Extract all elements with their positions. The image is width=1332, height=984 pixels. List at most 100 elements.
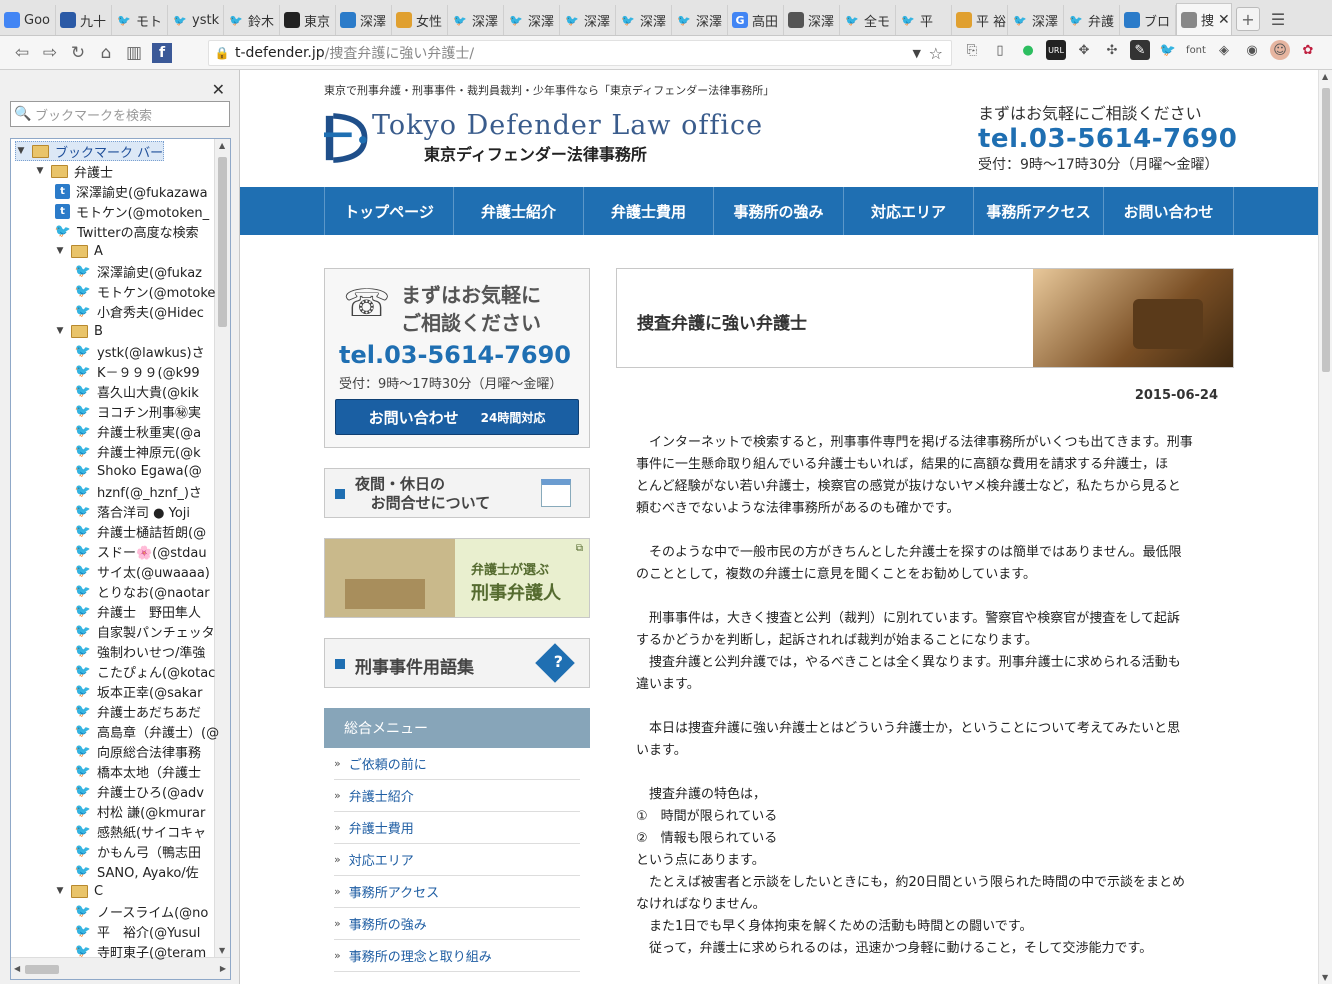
bookmark-item[interactable]: 🐦 感熱紙(サイコキャ <box>75 821 206 841</box>
avatar-icon[interactable]: ☺ <box>1270 40 1290 60</box>
bookmark-item[interactable]: 🐦 深澤諭史(@fukaz <box>75 261 202 281</box>
nav-item-5[interactable]: 事務所アクセス <box>974 187 1104 235</box>
settings-icon[interactable]: ✿ <box>1298 40 1318 60</box>
bookmark-item[interactable]: t 深澤諭史(@fukazawa <box>55 181 208 201</box>
chat-icon[interactable]: ◉ <box>1242 40 1262 60</box>
reload-icon[interactable]: ↻ <box>64 40 92 66</box>
nav-item-3[interactable]: 事務所の強み <box>714 187 844 235</box>
scroll-down-icon[interactable]: ▼ <box>219 946 225 955</box>
evernote-icon[interactable]: ● <box>1018 40 1038 60</box>
bookmark-search-input[interactable]: 🔍 ブックマークを検索 <box>10 101 230 127</box>
bookmark-item[interactable]: 🐦 サイ太(@uwaaaa) <box>75 561 210 581</box>
criminal-lawyer-banner[interactable]: 弁護士が選ぶ 刑事弁護人 ⧉ <box>324 538 590 618</box>
bookmark-item[interactable]: 🐦 Shoko Egawa(@ <box>75 461 202 481</box>
tab-11[interactable]: 🐦 深澤 <box>616 5 672 35</box>
bookmark-item[interactable]: 🐦 村松 謙(@kmurar <box>75 801 205 821</box>
bookmark-item[interactable]: 🐦 とりなお(@naotar <box>75 581 210 601</box>
bookmark-item[interactable]: 🐦 弁護士ひろ(@adv <box>75 781 204 801</box>
bookmark-item[interactable]: 🐦 自家製パンチェッタ <box>75 621 215 641</box>
bookmark-folder[interactable]: ▼ ブックマーク バー <box>15 141 165 161</box>
bookmark-item[interactable]: 🐦 向原総合法律事務 <box>75 741 201 761</box>
bookmark-item[interactable]: 🐦 小倉秀夫(@Hidec <box>75 301 204 321</box>
tab-14[interactable]: 深澤 <box>784 5 840 35</box>
nav-item-6[interactable]: お問い合わせ <box>1104 187 1234 235</box>
bookmark-folder[interactable]: ▼ C <box>55 881 104 901</box>
menu-item[interactable]: » 事務所の強み <box>334 908 580 940</box>
chevron-down-icon[interactable]: ▼ <box>55 246 65 256</box>
tab-1[interactable]: 九十 <box>56 5 112 35</box>
bookmark-item[interactable]: 🐦 かもん弓（鴨志田 <box>75 841 201 861</box>
url-icon[interactable]: URL <box>1046 40 1066 60</box>
tree-vertical-scrollbar[interactable]: ▲ ▼ <box>214 139 230 957</box>
menu-item[interactable]: » 対応エリア <box>334 844 580 876</box>
bookmark-item[interactable]: 🐦 ystk(@lawkus)さ <box>75 341 205 361</box>
tab-2[interactable]: 🐦 モト <box>112 5 168 35</box>
tab-9[interactable]: 🐦 深澤 <box>504 5 560 35</box>
chevron-down-icon[interactable]: ▼ <box>55 886 65 896</box>
bookmark-icon[interactable]: ▯ <box>990 40 1010 60</box>
bookmark-item[interactable]: 🐦 坂本正幸(@sakar <box>75 681 203 701</box>
contact-button[interactable]: お問い合わせ 24時間対応 <box>335 399 579 435</box>
header-tel[interactable]: tel.03-5614-7690 <box>978 124 1237 154</box>
pocket-icon[interactable]: ◈ <box>1214 40 1234 60</box>
tab-7[interactable]: 女性 <box>392 5 448 35</box>
star-icon[interactable]: ☆ <box>929 44 943 63</box>
tab-10[interactable]: 🐦 深澤 <box>560 5 616 35</box>
facebook-icon[interactable]: f <box>148 40 176 66</box>
bookmark-item[interactable]: 🐦 平 裕介(@Yusul <box>75 921 200 941</box>
bookmark-item[interactable]: 🐦 喜久山大貴(@kik <box>75 381 199 401</box>
contact-tel[interactable]: tel.03-5614-7690 <box>339 341 571 369</box>
bookmark-item[interactable]: t モトケン(@motoken_ <box>55 201 209 221</box>
chevron-down-icon[interactable]: ▼ <box>55 326 65 336</box>
tab-13[interactable]: G 高田 <box>728 5 784 35</box>
bookmarks-sidebar-icon[interactable]: ▥ <box>120 40 148 66</box>
tab-15[interactable]: 🐦 全モ <box>840 5 896 35</box>
tab-0[interactable]: Goo <box>0 5 56 35</box>
twitter-icon[interactable]: 🐦 <box>1158 40 1178 60</box>
bookmark-item[interactable]: 🐦 高島章（弁護士）(@ <box>75 721 219 741</box>
bookmark-folder[interactable]: ▼ B <box>55 321 103 341</box>
nav-item-4[interactable]: 対応エリア <box>844 187 974 235</box>
menu-item[interactable]: » 事務所の理念と取り組み <box>334 940 580 972</box>
scroll-down-icon[interactable]: ▼ <box>1322 973 1328 982</box>
nav-item-0[interactable]: トップページ <box>324 187 454 235</box>
bookmark-folder[interactable]: ▼ A <box>55 241 103 261</box>
menu-item[interactable]: » ご依頼の前に <box>334 748 580 780</box>
bookmark-item[interactable]: 🐦 ヨコチン刑事㊙実 <box>75 401 201 421</box>
chevron-down-icon[interactable]: ▼ <box>16 146 26 156</box>
bookmark-item[interactable]: 🐦 Twitterの高度な検索 <box>55 221 199 241</box>
scroll-right-icon[interactable]: ▶ <box>220 964 226 973</box>
bookmark-item[interactable]: 🐦 橋本太地（弁護士 <box>75 761 201 781</box>
menu-item[interactable]: » 事務所アクセス <box>334 876 580 908</box>
page-scroll-thumb[interactable] <box>1322 88 1330 372</box>
tab-20[interactable]: ブロ <box>1120 5 1176 35</box>
menu-item[interactable]: » 弁護士費用 <box>334 812 580 844</box>
nav-item-2[interactable]: 弁護士費用 <box>584 187 714 235</box>
bookmark-item[interactable]: 🐦 強制わいせつ/準強 <box>75 641 205 661</box>
bookmark-item[interactable]: 🐦 落合洋司 ● Yoji <box>75 501 190 521</box>
share-icon[interactable]: ⎘ <box>962 40 982 60</box>
tab-8[interactable]: 🐦 深澤 <box>448 5 504 35</box>
close-tab-icon[interactable]: ✕ <box>1218 12 1230 28</box>
new-tab-button[interactable]: + <box>1236 7 1260 31</box>
tree-hscroll-thumb[interactable] <box>25 965 59 974</box>
scroll-up-icon[interactable]: ▲ <box>219 141 225 150</box>
move-icon[interactable]: ✥ <box>1074 40 1094 60</box>
tab-12[interactable]: 🐦 深澤 <box>672 5 728 35</box>
tree-scroll-thumb[interactable] <box>218 157 227 327</box>
tab-list-icon[interactable]: ☰ <box>1266 7 1290 31</box>
tab-21[interactable]: 捜 ✕ <box>1176 3 1232 35</box>
bookmark-item[interactable]: 🐦 スドー🌸(@stdau <box>75 541 207 561</box>
bookmark-item[interactable]: 🐦 モトケン(@motoke <box>75 281 216 301</box>
night-holiday-banner[interactable]: 夜間・休日の お問合せについて <box>324 468 590 518</box>
tab-17[interactable]: 平 裕 <box>952 5 1008 35</box>
bookmark-item[interactable]: 🐦 ノースライム(@no <box>75 901 208 921</box>
glossary-banner[interactable]: 刑事事件用語集 ? <box>324 638 590 688</box>
bookmark-item[interactable]: 🐦 弁護士あだちあだ <box>75 701 201 721</box>
edit-icon[interactable]: ✎ <box>1130 40 1150 60</box>
scroll-up-icon[interactable]: ▲ <box>1322 72 1328 81</box>
back-arrow-icon[interactable]: ⇦ <box>8 40 36 66</box>
tab-4[interactable]: 🐦 鈴木 <box>224 5 280 35</box>
nav-item-1[interactable]: 弁護士紹介 <box>454 187 584 235</box>
tab-6[interactable]: 深澤 <box>336 5 392 35</box>
